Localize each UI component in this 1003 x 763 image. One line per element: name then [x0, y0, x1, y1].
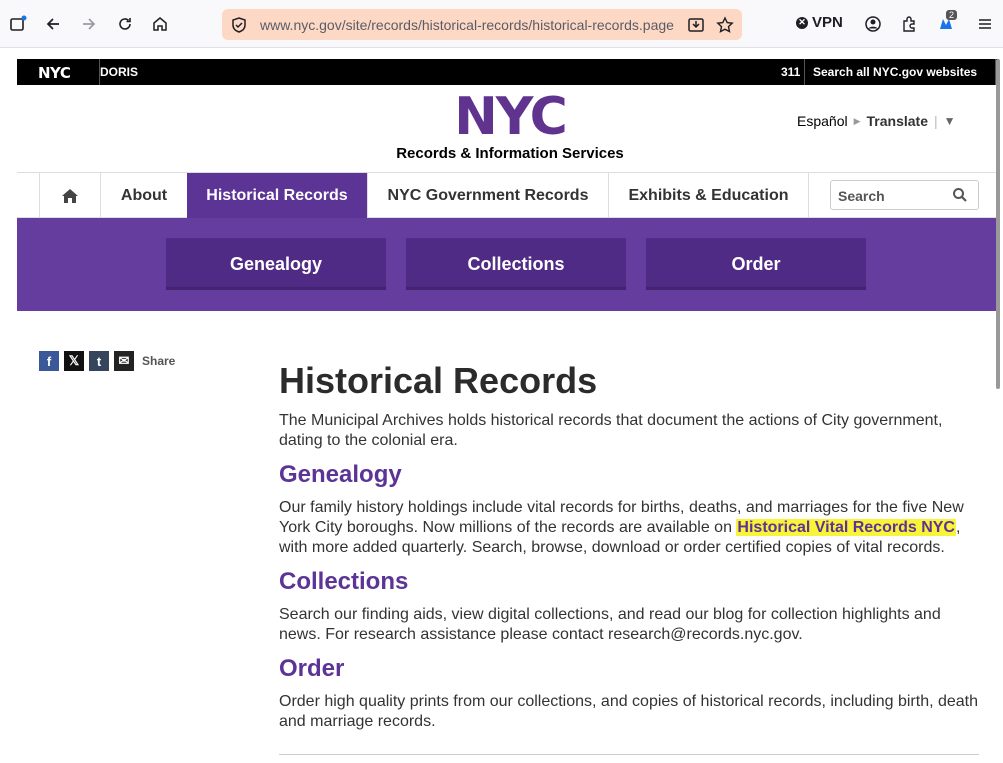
- collections-text: Search our finding aids, view digital co…: [279, 606, 941, 643]
- main-content: Historical Records The Municipal Archive…: [279, 359, 984, 732]
- nav-exhibits-education[interactable]: Exhibits & Education: [608, 173, 809, 218]
- nav-about[interactable]: About: [100, 173, 187, 218]
- tracking-shield-icon[interactable]: [227, 13, 251, 37]
- link-311[interactable]: 311: [781, 65, 800, 79]
- x-twitter-icon[interactable]: 𝕏: [64, 351, 84, 371]
- nav-home[interactable]: [39, 173, 100, 218]
- language-selector: Español ▶ Translate | ▼: [797, 113, 956, 129]
- extensions-icon[interactable]: [897, 12, 921, 36]
- nyc-gov-logo[interactable]: NYC: [38, 64, 71, 82]
- intro-text: The Municipal Archives holds historical …: [279, 412, 943, 449]
- address-bar[interactable]: www.nyc.gov/site/records/historical-reco…: [222, 9, 742, 40]
- vital-records-link[interactable]: Historical Vital Records NYC: [736, 519, 956, 536]
- divider: [279, 754, 979, 755]
- page-scrollbar[interactable]: [996, 59, 1000, 389]
- browser-toolbar: www.nyc.gov/site/records/historical-reco…: [0, 0, 1003, 48]
- nyc-top-bar: NYC DORIS 311 Search all NYC.gov website…: [17, 59, 999, 85]
- bookmark-star-icon[interactable]: [713, 13, 737, 37]
- webpage: NYC DORIS 311 Search all NYC.gov website…: [17, 59, 999, 763]
- account-icon[interactable]: [861, 12, 885, 36]
- genealogy-text: Our family history holdings include vita…: [279, 498, 984, 558]
- tumblr-icon[interactable]: t: [89, 351, 109, 371]
- genealogy-heading[interactable]: Genealogy: [279, 460, 984, 490]
- tab-overview-icon[interactable]: [6, 12, 30, 36]
- logo-subtitle: Records & Information Services: [396, 145, 624, 162]
- share-label[interactable]: Share: [142, 354, 175, 368]
- order-heading[interactable]: Order: [279, 654, 984, 684]
- main-nav: About Historical Records NYC Government …: [17, 172, 999, 218]
- agency-link[interactable]: DORIS: [100, 65, 138, 79]
- forward-icon[interactable]: [77, 12, 101, 36]
- vpn-button[interactable]: ✕ VPN: [796, 14, 843, 31]
- subnav-collections[interactable]: Collections: [406, 238, 626, 290]
- share-bar: f 𝕏 t ✉ Share: [39, 351, 175, 371]
- extension-badge: 2: [946, 10, 958, 20]
- facebook-icon[interactable]: f: [39, 351, 59, 371]
- back-icon[interactable]: [41, 12, 65, 36]
- search-placeholder: Search: [838, 188, 885, 204]
- collections-heading[interactable]: Collections: [279, 567, 984, 597]
- email-icon[interactable]: ✉: [114, 351, 134, 371]
- agency-logo[interactable]: NYC Records & Information Services: [390, 87, 630, 162]
- nav-historical-records[interactable]: Historical Records: [187, 173, 367, 218]
- sub-nav: Genealogy Collections Order: [17, 218, 999, 311]
- search-input[interactable]: Search: [830, 180, 979, 210]
- arrow-right-icon: ▶: [853, 115, 861, 126]
- divider: |: [934, 113, 938, 129]
- reload-icon[interactable]: [113, 12, 137, 36]
- espanol-link[interactable]: Español: [797, 113, 848, 129]
- url-text: www.nyc.gov/site/records/historical-reco…: [260, 17, 674, 33]
- menu-icon[interactable]: [973, 12, 997, 36]
- logo-nyc-text: NYC: [454, 87, 567, 147]
- nav-government-records[interactable]: NYC Government Records: [367, 173, 608, 218]
- translate-link[interactable]: Translate: [867, 113, 928, 129]
- search-icon[interactable]: [952, 187, 968, 203]
- home-icon[interactable]: [148, 12, 172, 36]
- vpn-label: VPN: [812, 14, 843, 31]
- subnav-order[interactable]: Order: [646, 238, 866, 290]
- house-icon: [62, 188, 78, 203]
- order-text: Order high quality prints from our colle…: [279, 693, 979, 730]
- download-page-icon[interactable]: [684, 13, 708, 37]
- divider: [804, 59, 805, 85]
- chevron-down-icon[interactable]: ▼: [944, 114, 956, 128]
- subnav-genealogy[interactable]: Genealogy: [166, 238, 386, 290]
- vpn-off-icon: ✕: [796, 16, 808, 29]
- search-all-link[interactable]: Search all NYC.gov websites: [813, 65, 977, 79]
- page-title: Historical Records: [279, 360, 598, 401]
